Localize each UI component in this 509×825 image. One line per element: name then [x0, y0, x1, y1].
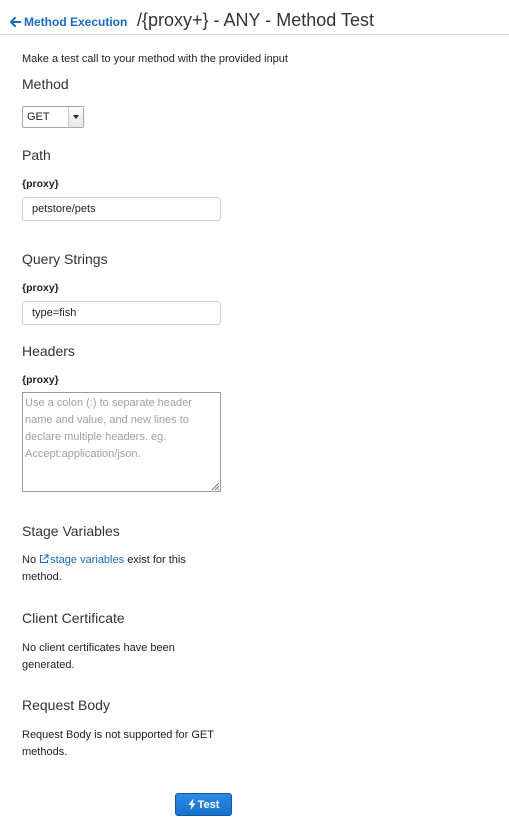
chevron-down-icon — [68, 107, 83, 127]
query-param-label: {proxy} — [22, 282, 59, 294]
method-select[interactable]: GET — [22, 106, 84, 128]
headers-param-label: {proxy} — [22, 374, 59, 386]
path-param-label: {proxy} — [22, 178, 59, 190]
external-link-icon — [40, 554, 49, 564]
request-body-line2: methods. — [22, 745, 68, 758]
headers-textarea[interactable] — [22, 392, 221, 492]
stage-variables-link[interactable]: stage variables — [39, 554, 124, 566]
stage-variables-suffix: exist for this — [127, 554, 186, 566]
test-button[interactable]: Test — [175, 793, 232, 816]
stage-variables-prefix: No — [22, 554, 37, 566]
client-certificate-line2: generated. — [22, 658, 75, 671]
request-body-line1: Request Body is not supported for GET — [22, 729, 214, 741]
method-execution-link[interactable]: Method Execution — [10, 15, 127, 29]
method-heading: Method — [22, 76, 69, 92]
stage-variables-link-label: stage variables — [50, 554, 125, 566]
intro-text: Make a test call to your method with the… — [22, 53, 288, 65]
stage-variables-text: No stage variables exist for this method… — [22, 552, 222, 585]
arrow-left-icon — [10, 17, 21, 27]
stage-variables-heading: Stage Variables — [22, 523, 120, 539]
headers-heading: Headers — [22, 343, 75, 359]
client-certificate-heading: Client Certificate — [22, 610, 125, 626]
query-proxy-input[interactable] — [22, 301, 221, 325]
path-proxy-input[interactable] — [22, 197, 221, 221]
path-heading: Path — [22, 147, 51, 163]
method-execution-label: Method Execution — [24, 15, 128, 29]
bolt-icon — [188, 799, 196, 810]
stage-variables-line2: method. — [22, 570, 62, 583]
request-body-text: Request Body is not supported for GET me… — [22, 727, 242, 760]
method-select-value: GET — [27, 111, 50, 123]
query-strings-heading: Query Strings — [22, 251, 108, 267]
client-certificate-text: No client certificates have been generat… — [22, 640, 222, 673]
page-title: /{proxy+} - ANY - Method Test — [137, 10, 374, 30]
client-certificate-line1: No client certificates have been — [22, 642, 175, 654]
request-body-heading: Request Body — [22, 697, 110, 713]
test-button-label: Test — [197, 798, 220, 811]
